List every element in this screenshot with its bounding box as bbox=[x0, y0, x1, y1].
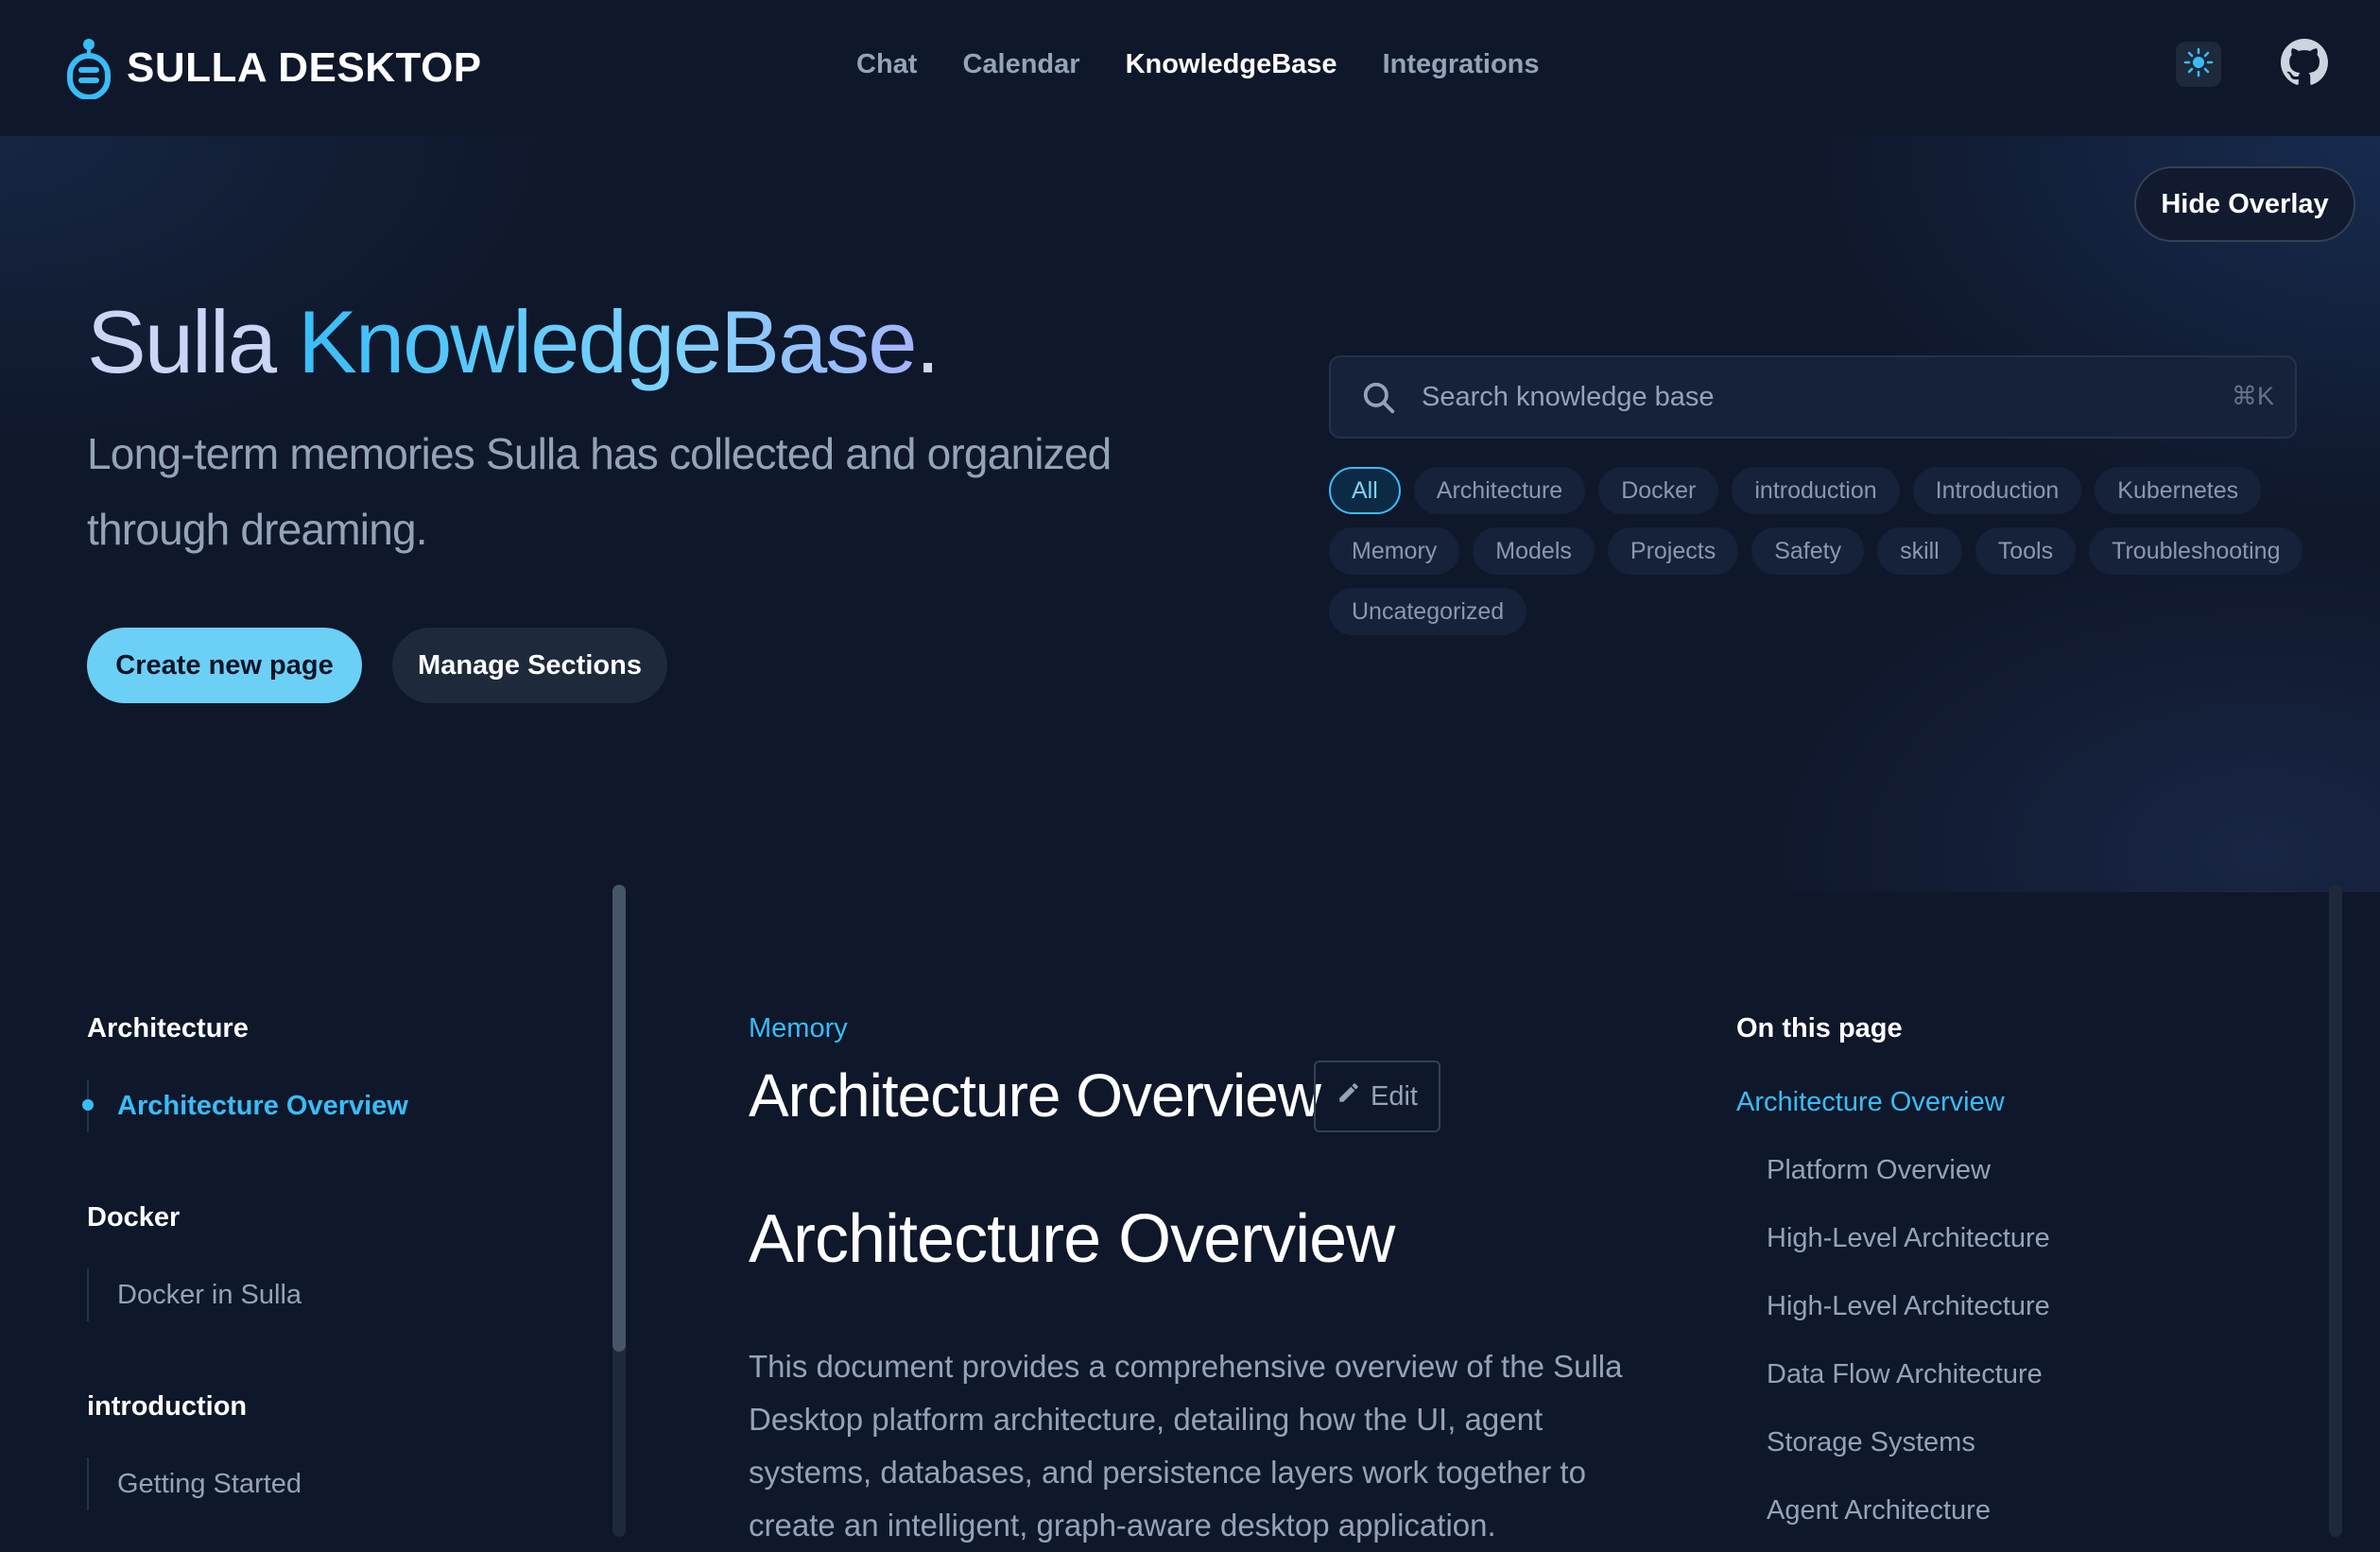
top-navigation-bar: SULLA DESKTOP Chat Calendar KnowledgeBas… bbox=[0, 0, 2380, 137]
sidebar-heading: introduction bbox=[87, 1391, 248, 1422]
create-new-page-button[interactable]: Create new page bbox=[87, 628, 362, 703]
search-input[interactable]: Search knowledge base bbox=[1422, 382, 1715, 413]
github-icon bbox=[2281, 38, 2328, 91]
article-paragraph: This document provides a comprehensive o… bbox=[749, 1349, 1623, 1543]
tag-projects[interactable]: Projects bbox=[1607, 527, 1739, 575]
nav-link-knowledgebase[interactable]: KnowledgeBase bbox=[1126, 49, 1337, 80]
toc-item-agent-architecture[interactable]: Agent Architecture bbox=[1767, 1495, 1991, 1526]
tag-docker[interactable]: Docker bbox=[1598, 467, 1719, 514]
sidebar-item-label: Getting Started bbox=[117, 1468, 302, 1499]
page-subtitle: Long-term memories Sulla has collected a… bbox=[87, 429, 1112, 554]
sidebar-item-docker-in-sulla[interactable]: Docker in Sulla bbox=[87, 1268, 560, 1321]
tag-filter-list: All Architecture Docker introduction Int… bbox=[1329, 467, 2350, 635]
tag-uncategorized[interactable]: Uncategorized bbox=[1329, 588, 1527, 635]
tag-all[interactable]: All bbox=[1329, 467, 1401, 514]
toc-item-data-flow-architecture[interactable]: Data Flow Architecture bbox=[1767, 1359, 2043, 1390]
pencil-icon bbox=[1337, 1080, 1361, 1112]
tag-introduction-lower[interactable]: introduction bbox=[1732, 467, 1900, 514]
page-title-part-2: KnowledgeBase bbox=[298, 292, 917, 391]
sidebar-group-docker: Docker bbox=[87, 1202, 180, 1233]
edit-button[interactable]: Edit bbox=[1314, 1061, 1440, 1132]
article-title: Architecture Overview bbox=[749, 1061, 1321, 1130]
nav-link-chat[interactable]: Chat bbox=[856, 49, 917, 80]
content-scrollbar[interactable] bbox=[2329, 885, 2342, 1537]
main-nav: Chat Calendar KnowledgeBase Integrations bbox=[856, 42, 1540, 87]
hide-overlay-button[interactable]: Hide Overlay bbox=[2134, 166, 2355, 242]
tag-skill[interactable]: skill bbox=[1877, 527, 1962, 575]
article-heading: Architecture Overview bbox=[749, 1201, 1395, 1277]
sidebar-group-introduction: introduction bbox=[87, 1391, 247, 1423]
nav-link-integrations[interactable]: Integrations bbox=[1383, 49, 1540, 80]
tag-introduction[interactable]: Introduction bbox=[1912, 467, 2082, 514]
tag-memory[interactable]: Memory bbox=[1329, 527, 1460, 575]
nav-link-calendar[interactable]: Calendar bbox=[962, 49, 1079, 80]
toc-item-high-level-architecture[interactable]: High-Level Architecture bbox=[1767, 1223, 2050, 1254]
search-box[interactable]: Search knowledge base ⌘K bbox=[1329, 355, 2297, 439]
article-category[interactable]: Memory bbox=[749, 1013, 848, 1044]
toc-item-high-level-architecture-2[interactable]: High-Level Architecture bbox=[1767, 1291, 2050, 1322]
active-indicator-dot bbox=[82, 1099, 94, 1111]
sidebar-item-label: Architecture Overview bbox=[117, 1090, 408, 1121]
page-title: Sulla KnowledgeBase. bbox=[87, 292, 940, 391]
toc-title: On this page bbox=[1736, 1013, 1903, 1043]
sidebar-item-label: Docker in Sulla bbox=[117, 1279, 302, 1310]
search-shortcut-hint: ⌘K bbox=[2231, 382, 2274, 410]
tag-tools[interactable]: Tools bbox=[1975, 527, 2077, 575]
sidebar-item-getting-started[interactable]: Getting Started bbox=[87, 1457, 560, 1510]
tag-architecture[interactable]: Architecture bbox=[1413, 467, 1586, 514]
sidebar-group-architecture: Architecture bbox=[87, 1013, 249, 1044]
manage-sections-button[interactable]: Manage Sections bbox=[392, 628, 667, 703]
sidebar-scrollbar-thumb[interactable] bbox=[612, 885, 626, 1352]
tag-kubernetes[interactable]: Kubernetes bbox=[2095, 467, 2262, 514]
brand-name: SULLA DESKTOP bbox=[127, 44, 482, 91]
tag-models[interactable]: Models bbox=[1473, 527, 1595, 575]
github-button[interactable] bbox=[2278, 38, 2331, 91]
toc-item-architecture-overview[interactable]: Architecture Overview bbox=[1736, 1087, 2005, 1118]
tag-troubleshooting[interactable]: Troubleshooting bbox=[2089, 527, 2303, 575]
sidebar-scrollbar[interactable] bbox=[612, 885, 626, 1537]
toc-item-storage-systems[interactable]: Storage Systems bbox=[1767, 1427, 1975, 1458]
edit-button-label: Edit bbox=[1371, 1080, 1418, 1112]
page-title-part-1: Sulla bbox=[87, 292, 299, 391]
sidebar-heading: Docker bbox=[87, 1202, 181, 1233]
tag-safety[interactable]: Safety bbox=[1751, 527, 1865, 575]
brand[interactable]: SULLA DESKTOP bbox=[66, 30, 482, 106]
sun-icon bbox=[2183, 47, 2214, 82]
sidebar-heading: Architecture bbox=[87, 1013, 249, 1043]
sidebar-item-architecture-overview[interactable]: Architecture Overview bbox=[82, 1079, 560, 1132]
toc-item-platform-overview[interactable]: Platform Overview bbox=[1767, 1155, 1991, 1186]
robot-logo-icon bbox=[66, 37, 112, 99]
page-title-part-3: . bbox=[915, 292, 940, 391]
search-icon bbox=[1361, 380, 1397, 421]
theme-toggle-button[interactable] bbox=[2176, 42, 2221, 87]
